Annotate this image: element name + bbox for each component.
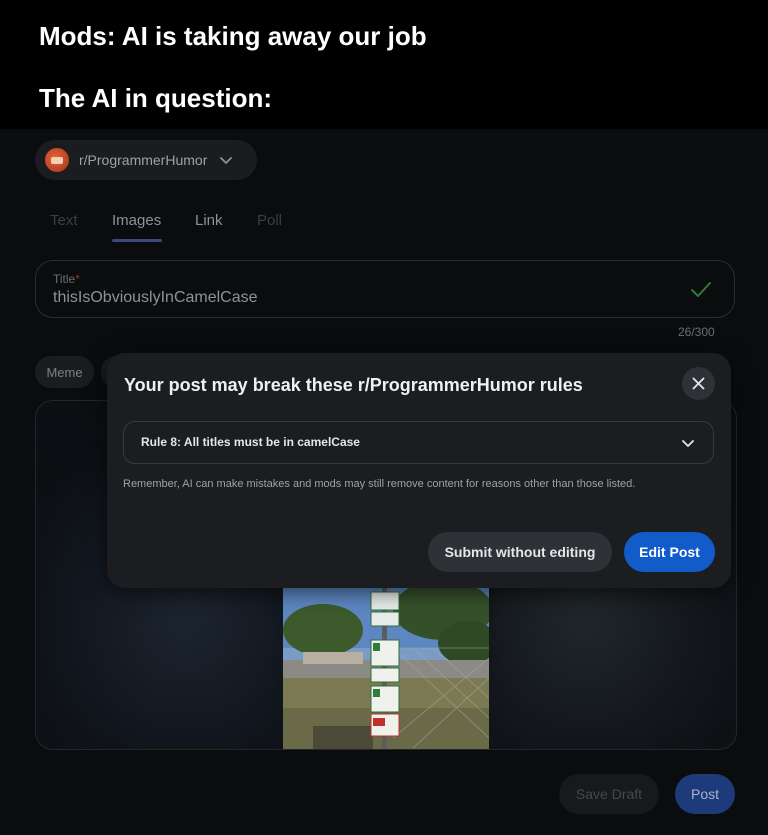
reddit-create-post-screenshot: r/ProgrammerHumor Text Images Link Poll …: [0, 129, 768, 835]
chevron-down-icon: [682, 440, 694, 447]
subreddit-avatar-icon: [45, 148, 69, 172]
tab-text[interactable]: Text: [50, 212, 78, 229]
chevron-down-icon: [220, 157, 233, 164]
rule-warning-modal: Your post may break these r/ProgrammerHu…: [107, 353, 731, 588]
modal-title: Your post may break these r/ProgrammerHu…: [124, 375, 583, 395]
post-type-tabs: Text Images Link Poll: [50, 212, 350, 244]
ai-disclaimer: Remember, AI can make mistakes and mods …: [123, 478, 636, 490]
close-button[interactable]: [682, 367, 715, 400]
rule-dropdown[interactable]: Rule 8: All titles must be in camelCase: [123, 421, 714, 464]
subreddit-selector[interactable]: r/ProgrammerHumor: [35, 140, 257, 180]
save-draft-button[interactable]: Save Draft: [559, 774, 659, 814]
title-label: Title*: [53, 272, 80, 286]
tab-link[interactable]: Link: [195, 212, 223, 229]
active-tab-indicator: [112, 239, 162, 242]
tab-poll[interactable]: Poll: [257, 212, 282, 229]
parking-signs-photo: [283, 588, 489, 749]
flair-chip-meme[interactable]: Meme: [35, 356, 94, 388]
meme-top-caption: Mods: AI is taking away our job: [39, 21, 427, 51]
rule-text: Rule 8: All titles must be in camelCase: [141, 435, 360, 449]
title-char-counter: 26/300: [678, 325, 715, 339]
edit-post-button[interactable]: Edit Post: [624, 532, 715, 572]
submit-without-editing-button[interactable]: Submit without editing: [428, 532, 612, 572]
subreddit-name: r/ProgrammerHumor: [79, 152, 208, 168]
meme-bottom-caption: The AI in question:: [39, 83, 273, 113]
post-button[interactable]: Post: [675, 774, 735, 814]
check-icon: [691, 282, 711, 297]
close-icon: [692, 377, 705, 390]
tab-images[interactable]: Images: [112, 212, 161, 229]
title-input-value[interactable]: thisIsObviouslyInCamelCase: [53, 289, 258, 307]
title-field[interactable]: Title* thisIsObviouslyInCamelCase: [35, 260, 735, 318]
